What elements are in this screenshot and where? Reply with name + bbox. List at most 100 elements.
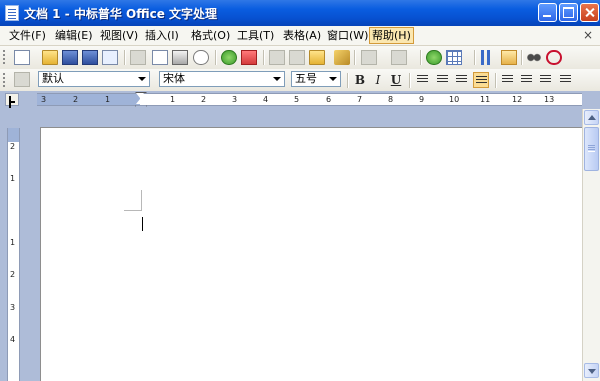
chevron-down-icon[interactable] bbox=[270, 73, 283, 85]
document-page[interactable] bbox=[40, 127, 582, 381]
new-document-icon[interactable] bbox=[14, 50, 30, 65]
close-button[interactable] bbox=[580, 3, 599, 22]
print-preview-icon[interactable] bbox=[193, 50, 209, 65]
chart-icon[interactable] bbox=[481, 50, 497, 65]
toolbar-grip[interactable] bbox=[3, 73, 8, 87]
menu-insert[interactable]: 插入(I) bbox=[143, 28, 181, 43]
text-cursor bbox=[142, 217, 143, 231]
font-dropdown[interactable]: 宋体 bbox=[159, 71, 285, 87]
ruler-number: 3 bbox=[10, 303, 16, 312]
justify-icon bbox=[476, 76, 487, 85]
ruler-number: 11 bbox=[480, 95, 491, 104]
ruler-number: 1 bbox=[10, 174, 16, 183]
ruler-number: 2 bbox=[73, 95, 79, 104]
hyperlink-icon[interactable] bbox=[426, 50, 442, 65]
separator bbox=[215, 50, 217, 65]
separator bbox=[420, 50, 422, 65]
scroll-thumb[interactable] bbox=[584, 127, 599, 171]
ruler-number: 4 bbox=[263, 95, 269, 104]
chevron-down-icon[interactable] bbox=[326, 73, 339, 85]
margin-crop-mark bbox=[124, 190, 142, 211]
vertical-ruler[interactable]: 2 1 1 2 3 4 bbox=[7, 128, 20, 381]
separator bbox=[409, 73, 411, 88]
align-right-icon[interactable] bbox=[456, 75, 467, 84]
numbered-list-icon[interactable] bbox=[502, 75, 513, 84]
window-title: 文档 1 - 中标普华 Office 文字处理 bbox=[24, 7, 218, 21]
paste-icon[interactable] bbox=[309, 50, 325, 65]
top-margin-area bbox=[8, 128, 19, 142]
ruler-number: 1 bbox=[10, 238, 16, 247]
ruler-number: 7 bbox=[357, 95, 363, 104]
ruler-number: 13 bbox=[544, 95, 555, 104]
pdf-icon[interactable] bbox=[152, 50, 168, 65]
scroll-down-icon[interactable] bbox=[584, 363, 599, 378]
align-left-icon[interactable] bbox=[417, 75, 428, 84]
menu-tools[interactable]: 工具(T) bbox=[235, 28, 276, 43]
horizontal-ruler[interactable]: 3 2 1 1 2 3 4 5 6 7 8 9 10 11 12 13 bbox=[37, 92, 582, 107]
italic-button[interactable]: I bbox=[370, 72, 386, 88]
save-icon[interactable] bbox=[62, 50, 78, 65]
scroll-up-icon[interactable] bbox=[584, 110, 599, 125]
open-folder-icon[interactable] bbox=[42, 50, 58, 65]
menu-view[interactable]: 视图(V) bbox=[98, 28, 140, 43]
insert-table-icon[interactable] bbox=[446, 50, 462, 65]
find-icon[interactable] bbox=[526, 50, 542, 65]
ruler-number: 5 bbox=[294, 95, 300, 104]
ruler-number: 2 bbox=[10, 142, 16, 151]
ruler-number: 4 bbox=[10, 335, 16, 344]
document-close-icon[interactable]: × bbox=[583, 28, 593, 42]
align-center-icon[interactable] bbox=[437, 75, 448, 84]
maximize-button[interactable] bbox=[559, 3, 578, 22]
document-icon[interactable] bbox=[5, 5, 19, 21]
minimize-button[interactable] bbox=[538, 3, 557, 22]
redo-icon[interactable] bbox=[391, 50, 407, 65]
ruler-number: 6 bbox=[326, 95, 332, 104]
email-icon[interactable] bbox=[102, 50, 118, 65]
undo-icon[interactable] bbox=[361, 50, 377, 65]
ruler-bar: 3 2 1 1 2 3 4 5 6 7 8 9 10 11 12 13 bbox=[0, 91, 600, 109]
bold-button[interactable]: B bbox=[352, 72, 368, 88]
print-icon[interactable] bbox=[172, 50, 188, 65]
autospell-icon[interactable] bbox=[241, 50, 257, 65]
menu-file[interactable]: 文件(F) bbox=[7, 28, 48, 43]
draw-icon[interactable] bbox=[501, 50, 517, 65]
underline-button[interactable]: U bbox=[388, 72, 404, 88]
font-value: 宋体 bbox=[163, 72, 185, 85]
standard-toolbar bbox=[0, 46, 600, 70]
justify-button[interactable] bbox=[473, 72, 489, 88]
copy-icon[interactable] bbox=[289, 50, 305, 65]
export-pdf-icon[interactable] bbox=[130, 50, 146, 65]
vertical-scrollbar[interactable] bbox=[582, 109, 600, 381]
spellcheck-icon[interactable] bbox=[221, 50, 237, 65]
font-size-value: 五号 bbox=[295, 72, 317, 85]
ruler-number: 1 bbox=[170, 95, 176, 104]
style-dropdown[interactable]: 默认 bbox=[38, 71, 150, 87]
chevron-down-icon[interactable] bbox=[135, 73, 148, 85]
bullet-list-icon[interactable] bbox=[521, 75, 532, 84]
ruler-number: 10 bbox=[449, 95, 460, 104]
cut-icon[interactable] bbox=[269, 50, 285, 65]
tab-selector-icon[interactable] bbox=[5, 93, 19, 106]
separator bbox=[263, 50, 265, 65]
menu-format[interactable]: 格式(O) bbox=[189, 28, 232, 43]
stop-icon[interactable] bbox=[546, 50, 562, 65]
toolbar-grip[interactable] bbox=[3, 50, 8, 64]
ruler-number: 1 bbox=[105, 95, 111, 104]
styles-icon[interactable] bbox=[14, 72, 30, 87]
style-value: 默认 bbox=[42, 72, 64, 85]
formatting-toolbar: 默认 宋体 五号 B I U bbox=[0, 69, 600, 92]
ruler-number: 3 bbox=[232, 95, 238, 104]
increase-indent-icon[interactable] bbox=[560, 75, 571, 84]
save-as-icon[interactable] bbox=[82, 50, 98, 65]
menu-window[interactable]: 窗口(W) bbox=[325, 28, 370, 43]
format-painter-icon[interactable] bbox=[334, 50, 350, 65]
menu-table[interactable]: 表格(A) bbox=[281, 28, 323, 43]
title-bar[interactable]: 文档 1 - 中标普华 Office 文字处理 bbox=[0, 0, 600, 26]
ruler-number: 3 bbox=[41, 95, 47, 104]
separator bbox=[474, 50, 476, 65]
menu-edit[interactable]: 编辑(E) bbox=[53, 28, 95, 43]
decrease-indent-icon[interactable] bbox=[540, 75, 551, 84]
menu-help[interactable]: 帮助(H) bbox=[369, 27, 414, 44]
ruler-number: 12 bbox=[512, 95, 523, 104]
font-size-dropdown[interactable]: 五号 bbox=[291, 71, 341, 87]
